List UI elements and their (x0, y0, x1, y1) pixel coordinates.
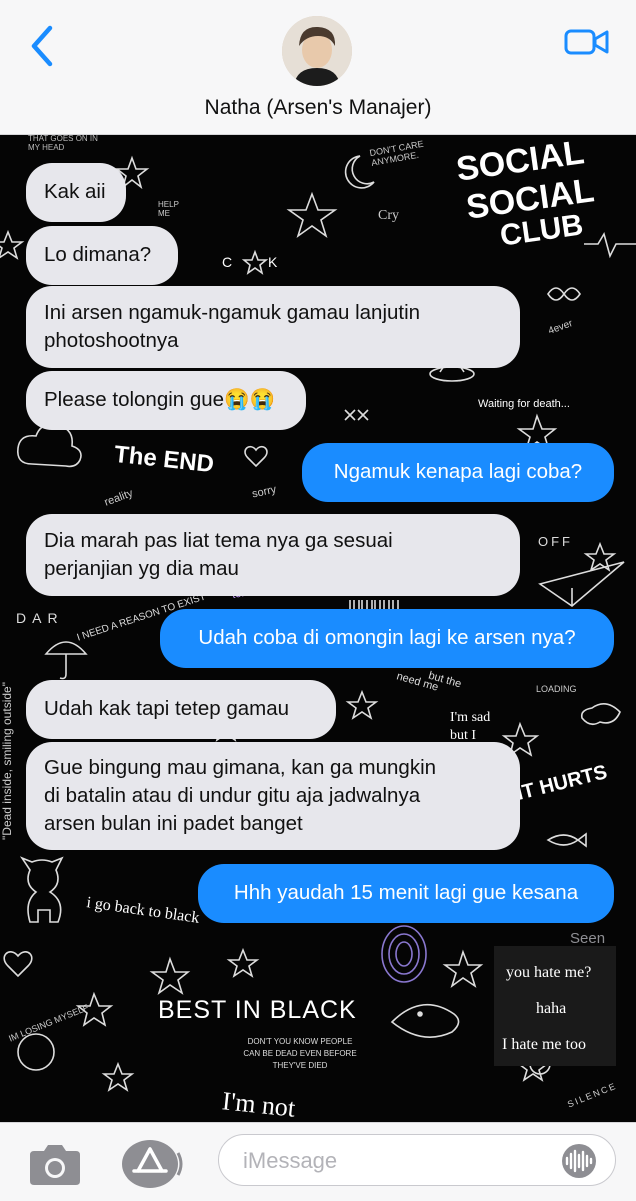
wall-text-cry: Cry (378, 208, 399, 223)
message-text: arsen bulan ini padet banget (44, 812, 303, 835)
message-text: photoshootnya (44, 329, 179, 352)
avatar-photo (282, 16, 352, 86)
facetime-video-icon[interactable] (564, 26, 610, 58)
message-bubble-outgoing[interactable]: Udah coba di omongin lagi ke arsen nya? (160, 609, 614, 668)
message-text: Please tolongin gue😭😭 (44, 388, 276, 411)
wall-text-dar: DAR (16, 610, 64, 626)
message-text: Hhh yaudah 15 menit lagi gue kesana (233, 881, 579, 904)
wall-text-ck: C K (222, 254, 294, 270)
wall-text-best-in-black: BEST IN BLACK (158, 996, 357, 1024)
audio-waveform-icon[interactable] (556, 1143, 602, 1179)
conversation-header: Natha (Arsen's Manajer) (0, 0, 636, 135)
wall-text-im-sad: I'm sad (450, 710, 491, 725)
message-text: Kak aii (44, 180, 106, 203)
message-text: Ngamuk kenapa lagi coba? (333, 460, 583, 483)
message-text: Udah kak tapi tetep gamau (44, 697, 290, 720)
read-receipt-seen: Seen (570, 930, 606, 947)
message-bubble-incoming[interactable]: Gue bingung mau gimana, kan ga mungkin di… (26, 742, 520, 850)
contact-name[interactable]: Natha (Arsen's Manajer) (0, 96, 636, 120)
wall-text-off: OFF (538, 534, 573, 549)
app-store-icon[interactable] (120, 1139, 186, 1189)
message-text: Udah coba di omongin lagi ke arsen nya? (198, 626, 576, 649)
camera-icon[interactable] (26, 1143, 84, 1187)
message-bubble-incoming[interactable]: Ini arsen ngamuk-ngamuk gamau lanjutin ph… (26, 286, 520, 368)
back-chevron-icon[interactable] (26, 24, 60, 68)
contact-avatar[interactable] (282, 16, 352, 86)
wall-text-haha: haha (536, 1000, 567, 1017)
message-bubble-outgoing[interactable]: Ngamuk kenapa lagi coba? (302, 443, 614, 502)
wall-text-dont-know: DON'T YOU KNOW PEOPLE CAN BE DEAD EVEN B… (243, 1037, 357, 1070)
wall-text-i-hate-me-too: I hate me too (502, 1036, 586, 1053)
message-text: Dia marah pas liat tema nya ga sesuai (44, 529, 393, 552)
wall-text-loading: LOADING (536, 684, 577, 694)
message-input[interactable] (241, 1145, 545, 1177)
message-bubble-incoming[interactable]: Lo dimana? (26, 226, 178, 285)
message-text: di batalin atau di undur gitu aja jadwal… (44, 784, 421, 807)
message-text: Gue bingung mau gimana, kan ga mungkin (44, 756, 437, 779)
message-bubble-incoming[interactable]: Kak aii (26, 163, 126, 222)
message-bubble-incoming[interactable]: Please tolongin gue😭😭 (26, 371, 306, 430)
wall-text-you-hate-me: you hate me? (506, 964, 592, 981)
wall-text-waiting: Waiting for death... (478, 398, 570, 410)
message-bubble-outgoing[interactable]: Hhh yaudah 15 menit lagi gue kesana (198, 864, 614, 923)
message-text: perjanjian yg dia mau (44, 557, 239, 580)
message-bubble-incoming[interactable]: Udah kak tapi tetep gamau (26, 680, 336, 739)
message-text: Lo dimana? (44, 243, 152, 266)
message-bubble-incoming[interactable]: Dia marah pas liat tema nya ga sesuai per… (26, 514, 520, 596)
wall-text-that-goes: THAT GOES ON IN MY HEAD (28, 134, 98, 152)
wall-text-help-me: HELP ME (158, 200, 179, 218)
message-input-bar (0, 1122, 636, 1201)
message-text: Ini arsen ngamuk-ngamuk gamau lanjutin (44, 301, 421, 324)
wall-text-dead-inside: "Dead inside, smiling outside" (0, 682, 14, 840)
